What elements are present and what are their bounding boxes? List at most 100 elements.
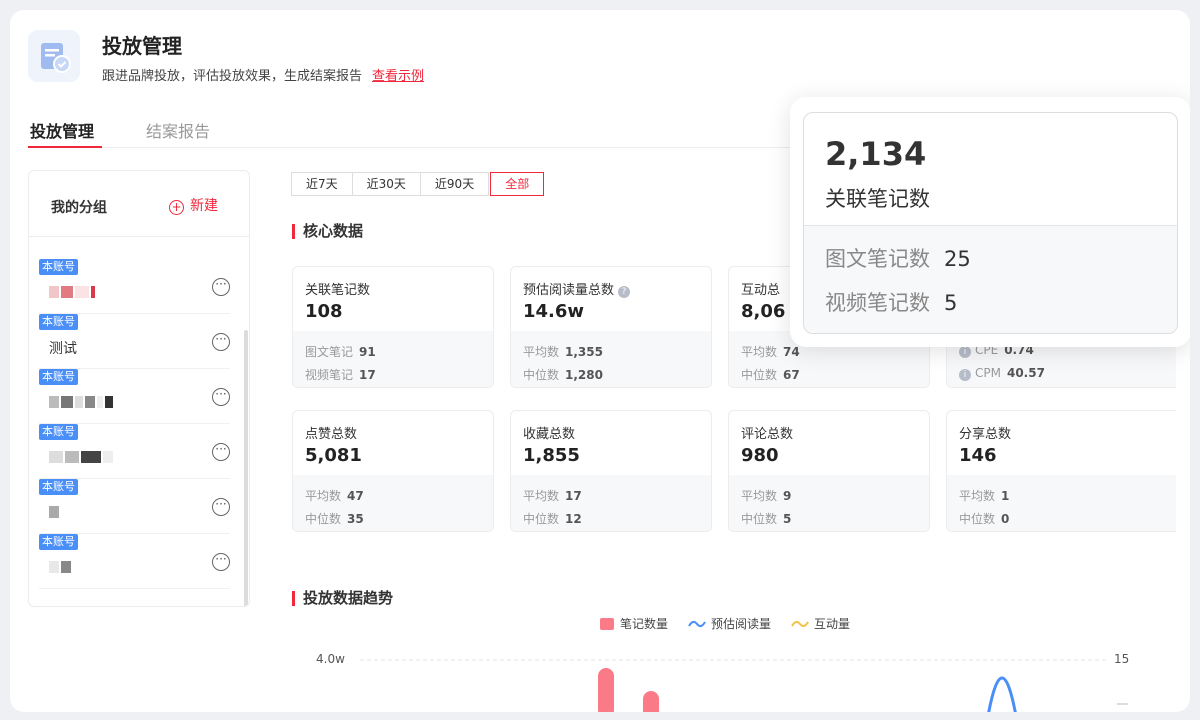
- more-options-icon[interactable]: ···: [212, 498, 230, 516]
- group-item[interactable]: 本账号 ···: [39, 424, 230, 479]
- group-item[interactable]: 本账号 ···: [39, 259, 230, 314]
- redacted-name: [49, 281, 97, 299]
- bar-swatch: [600, 617, 614, 630]
- page-title: 投放管理: [102, 34, 182, 58]
- sidebar-title: 我的分组: [51, 200, 107, 216]
- row-value: 5: [783, 512, 792, 526]
- more-options-icon[interactable]: ···: [212, 333, 230, 351]
- read-line-peak[interactable]: [987, 676, 1017, 712]
- card-row: 中位数 0: [959, 510, 1009, 527]
- legend-interactions[interactable]: 互动量: [791, 615, 850, 632]
- filter-90-days[interactable]: 近90天: [419, 172, 490, 196]
- trend-chart: 4.0w 15: [292, 646, 1172, 712]
- card-row: 平均数 74: [741, 343, 800, 360]
- notes-tooltip: 2,134 关联笔记数 图文笔记数 25 视频笔记数 5: [790, 97, 1190, 347]
- help-icon[interactable]: ?: [618, 286, 631, 298]
- info-icon: i: [959, 346, 971, 358]
- row-key: 平均数: [523, 345, 560, 359]
- campaign-icon: [28, 30, 80, 82]
- legend-reads[interactable]: 预估阅读量: [688, 615, 771, 632]
- line-swatch-yellow: [791, 620, 809, 627]
- row-key: 平均数: [741, 345, 778, 359]
- row-value: 67: [783, 368, 800, 382]
- stat-card-reads: 预估阅读量总数? 14.6w 平均数 1,355 中位数 1,280: [510, 266, 712, 388]
- bar-mark[interactable]: [643, 691, 659, 712]
- redacted-name: [49, 556, 73, 574]
- more-options-icon[interactable]: ···: [212, 388, 230, 406]
- group-item[interactable]: 本账号 ···: [39, 534, 230, 589]
- row-key: 平均数: [741, 489, 778, 503]
- redacted-name: [49, 391, 115, 409]
- filter-all[interactable]: 全部: [490, 172, 545, 196]
- trend-title: 投放数据趋势: [292, 591, 393, 606]
- date-range-filter: 近7天 近30天 近90天 全部: [291, 172, 545, 196]
- row-value: 1: [1001, 489, 1010, 503]
- tab-campaign-management[interactable]: 投放管理: [30, 118, 94, 142]
- card-label: 关联笔记数: [305, 283, 371, 298]
- more-options-icon[interactable]: ···: [212, 278, 230, 296]
- card-footer: 平均数 1 中位数 0: [947, 475, 1176, 531]
- sidebar-header: 我的分组 + 新建: [29, 171, 249, 237]
- card-row: i CPM 40.57: [959, 366, 1045, 381]
- stat-card-likes: 点赞总数 5,081 平均数 47 中位数 35: [292, 410, 494, 532]
- card-value: 108: [305, 301, 343, 322]
- row-value: 12: [565, 512, 582, 526]
- row-value: 25: [944, 247, 971, 271]
- core-data-title: 核心数据: [292, 224, 363, 239]
- group-name: 测试: [49, 341, 77, 357]
- row-value: 35: [347, 512, 364, 526]
- row-key: 平均数: [959, 489, 996, 503]
- filter-30-days[interactable]: 近30天: [351, 172, 421, 196]
- more-options-icon[interactable]: ···: [212, 553, 230, 571]
- stat-card-comments: 评论总数 980 平均数 9 中位数 5: [728, 410, 930, 532]
- view-example-link[interactable]: 查看示例: [372, 69, 424, 84]
- tab-final-report[interactable]: 结案报告: [146, 118, 210, 142]
- row-value: 17: [359, 368, 376, 382]
- chart-canvas: [360, 659, 1128, 712]
- legend-notes[interactable]: 笔记数量: [600, 615, 668, 632]
- card-row: 平均数 17: [523, 487, 582, 504]
- card-footer: 平均数 17 中位数 12: [511, 475, 711, 531]
- row-key: 平均数: [305, 489, 342, 503]
- sidebar-scrollbar[interactable]: [244, 330, 248, 606]
- subtitle-text: 跟进品牌投放，评估投放效果，生成结案报告: [102, 69, 363, 84]
- card-value: 980: [741, 445, 779, 466]
- legend-label: 预估阅读量: [711, 617, 772, 631]
- card-value: 14.6w: [523, 301, 585, 322]
- row-key: 中位数: [305, 512, 342, 526]
- plus-circle-icon: +: [169, 200, 184, 215]
- row-key: 视频笔记: [305, 368, 354, 382]
- row-key: 平均数: [523, 489, 560, 503]
- row-key: 视频笔记数: [825, 291, 930, 315]
- group-item[interactable]: 本账号 测试 ···: [39, 314, 230, 369]
- tooltip-total: 2,134: [825, 135, 927, 173]
- card-row: 中位数 5: [741, 510, 791, 527]
- active-tab-indicator: [28, 146, 102, 148]
- row-value: 91: [359, 345, 376, 359]
- new-group-button[interactable]: + 新建: [169, 195, 218, 215]
- row-value: 5: [944, 291, 958, 315]
- card-footer: 平均数 1,355 中位数 1,280: [511, 331, 711, 387]
- account-badge: 本账号: [39, 314, 78, 330]
- card-label: 点赞总数: [305, 427, 358, 442]
- card-footer: 平均数 9 中位数 5: [729, 475, 929, 531]
- row-key: 图文笔记数: [825, 247, 930, 271]
- card-label: 收藏总数: [523, 427, 576, 442]
- row-value: 1,355: [565, 345, 603, 359]
- card-label: 预估阅读量总数: [523, 283, 615, 298]
- row-key: 中位数: [741, 512, 778, 526]
- group-item[interactable]: 本账号 ···: [39, 479, 230, 534]
- card-row: 视频笔记 17: [305, 366, 376, 383]
- row-value: 9: [783, 489, 792, 503]
- new-group-label: 新建: [190, 198, 218, 214]
- row-value: 47: [347, 489, 364, 503]
- stat-card-favorites: 收藏总数 1,855 平均数 17 中位数 12: [510, 410, 712, 532]
- card-footer: 图文笔记 91 视频笔记 17: [293, 331, 493, 387]
- group-item[interactable]: 本账号 ···: [39, 369, 230, 424]
- account-badge: 本账号: [39, 369, 78, 385]
- bar-mark[interactable]: [598, 668, 614, 712]
- row-key: 中位数: [523, 512, 560, 526]
- filter-7-days[interactable]: 近7天: [291, 172, 353, 196]
- more-options-icon[interactable]: ···: [212, 443, 230, 461]
- tooltip-breakdown: 图文笔记数 25 视频笔记数 5: [804, 225, 1177, 333]
